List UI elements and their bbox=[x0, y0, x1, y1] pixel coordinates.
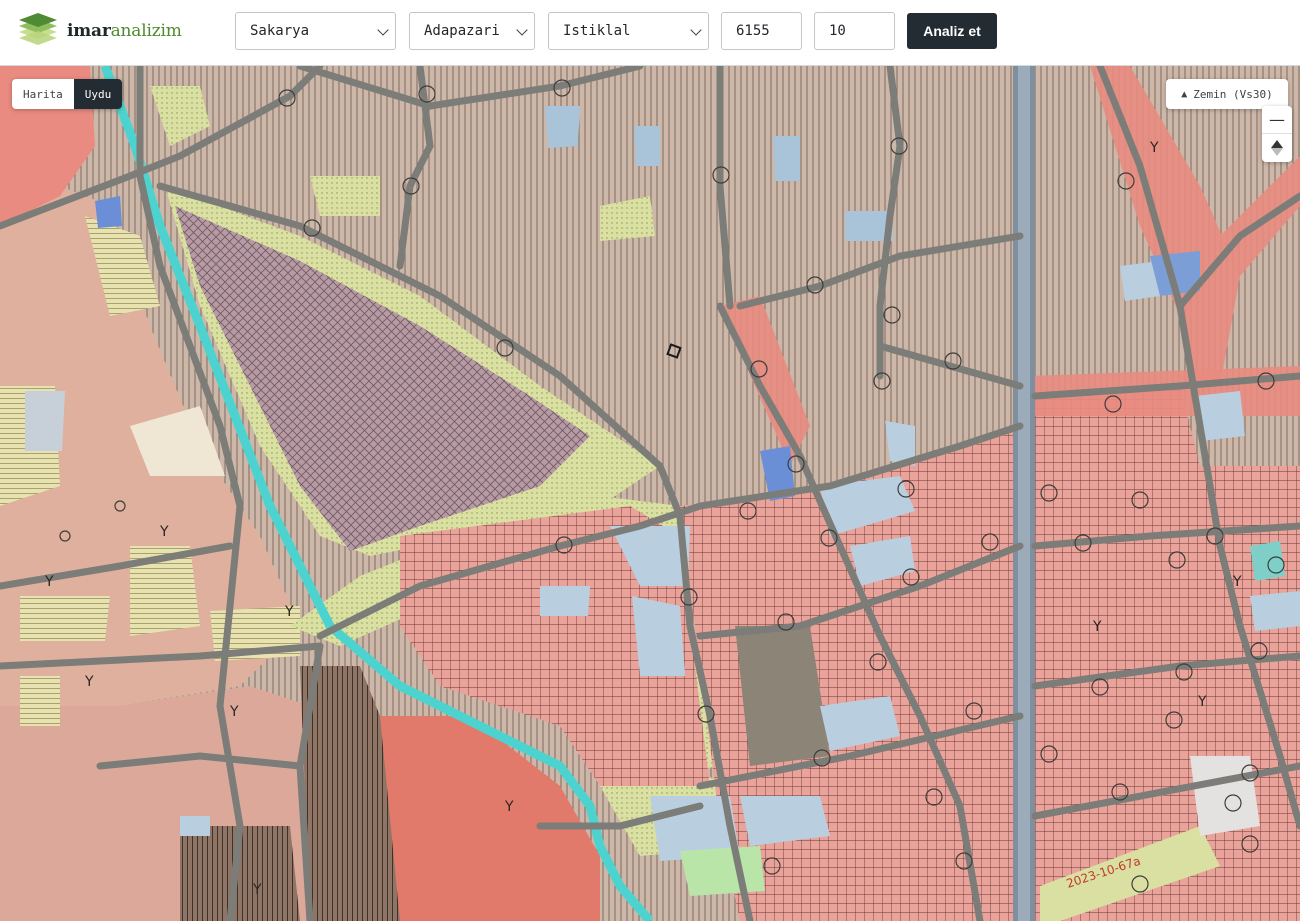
satellite-strip-highlight bbox=[1018, 66, 1030, 921]
district-select-value: Adapazari bbox=[424, 23, 500, 39]
layer-label: Zemin (Vs30) bbox=[1193, 87, 1273, 101]
public-parcel bbox=[545, 106, 580, 148]
analyze-button[interactable]: Analiz et bbox=[907, 13, 997, 49]
public-parcel bbox=[632, 596, 685, 676]
block-number-input[interactable]: 6155 bbox=[721, 12, 802, 50]
neighborhood-select[interactable]: Istiklal bbox=[548, 12, 709, 50]
public-parcel bbox=[540, 586, 590, 616]
public-parcel bbox=[180, 816, 210, 836]
public-parcel bbox=[95, 196, 122, 228]
white-parcel bbox=[1190, 756, 1260, 836]
compass-icon bbox=[1271, 140, 1283, 156]
zone-letter: Y bbox=[1232, 574, 1242, 590]
layers-logo-icon bbox=[19, 13, 57, 45]
green-parcel bbox=[20, 676, 60, 726]
zone-letter: Y bbox=[284, 604, 294, 620]
app-logo[interactable]: imaranalizim bbox=[17, 10, 182, 52]
zone-letter: Y bbox=[252, 882, 262, 898]
public-parcel bbox=[634, 126, 660, 166]
app-name-bold: imar bbox=[67, 21, 111, 41]
zone-letter: Y bbox=[229, 704, 239, 720]
green-parcel bbox=[20, 596, 110, 641]
top-bar: imaranalizim Sakarya Adapazari Istiklal … bbox=[0, 0, 1300, 66]
reset-north-button[interactable] bbox=[1262, 134, 1292, 162]
parcel-number-input[interactable]: 10 bbox=[814, 12, 895, 50]
app-name-light: analizim bbox=[110, 21, 182, 41]
chevron-down-icon bbox=[377, 24, 389, 36]
zone-letter: Y bbox=[504, 799, 514, 815]
province-select[interactable]: Sakarya bbox=[235, 12, 396, 50]
layers-icon: ▲ bbox=[1181, 88, 1188, 100]
chevron-down-icon bbox=[690, 24, 702, 36]
zone-letter: Y bbox=[1149, 140, 1159, 156]
zoom-out-button[interactable]: — bbox=[1262, 106, 1292, 134]
zone-letter: Y bbox=[84, 674, 94, 690]
map-zoom-control: — bbox=[1262, 106, 1292, 162]
public-parcel bbox=[773, 136, 800, 181]
chevron-down-icon bbox=[516, 24, 528, 36]
zone-letter: Y bbox=[1197, 694, 1207, 710]
map-canvas[interactable]: Y Y Y Y Y Y Y Y Y Y Y 2023-10-67a bbox=[0, 66, 1300, 921]
green-parcel bbox=[310, 176, 380, 216]
public-parcel bbox=[1250, 541, 1285, 581]
map-style-toggle: Harita Uydu bbox=[12, 79, 123, 109]
block-number-value: 6155 bbox=[736, 23, 770, 39]
province-select-value: Sakarya bbox=[250, 23, 310, 39]
public-parcel bbox=[1250, 591, 1300, 631]
parcel-number-value: 10 bbox=[829, 23, 846, 39]
district-select[interactable]: Adapazari bbox=[409, 12, 535, 50]
app-name: imaranalizim bbox=[67, 21, 182, 41]
zone-letter: Y bbox=[1092, 619, 1102, 635]
sports-parcel bbox=[680, 846, 765, 896]
public-parcel bbox=[25, 391, 65, 451]
zoning-map[interactable]: Y Y Y Y Y Y Y Y Y Y Y 2023-10-67a Harita… bbox=[0, 66, 1300, 921]
neighborhood-select-value: Istiklal bbox=[563, 23, 631, 39]
satellite-view-option[interactable]: Uydu bbox=[73, 79, 123, 109]
layer-select-button[interactable]: ▲ Zemin (Vs30) bbox=[1166, 79, 1288, 109]
map-view-option[interactable]: Harita bbox=[12, 79, 74, 109]
zone-letter: Y bbox=[159, 524, 169, 540]
zone-letter: Y bbox=[44, 574, 54, 590]
